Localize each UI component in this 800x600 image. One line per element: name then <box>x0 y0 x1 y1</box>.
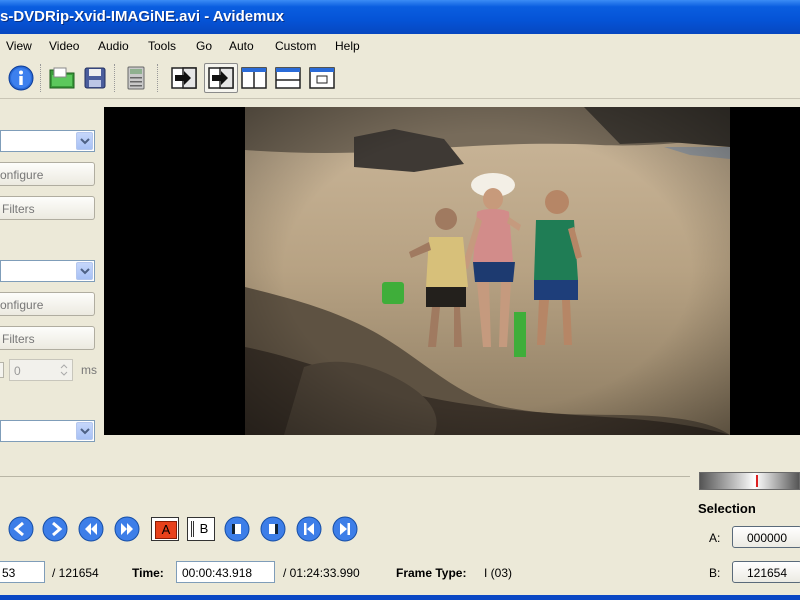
goto-marker-b-button[interactable] <box>260 516 286 542</box>
toolbar-separator <box>157 64 159 92</box>
selection-title: Selection <box>698 501 756 516</box>
selection-b-value: 121654 <box>746 566 788 580</box>
previous-frame-button[interactable] <box>8 516 34 542</box>
marker-a-icon: A <box>155 521 177 539</box>
first-frame-button[interactable] <box>296 516 322 542</box>
total-duration: / 01:24:33.990 <box>283 566 360 580</box>
video-configure-button[interactable]: onfigure <box>0 162 95 186</box>
toolbar-separator <box>114 64 116 92</box>
time-label: Time: <box>132 566 164 580</box>
last-frame-button[interactable] <box>332 516 358 542</box>
video-preview <box>104 107 800 435</box>
selection-a-value: 000000 <box>746 531 788 545</box>
audio-shift-unit: ms <box>81 363 97 377</box>
time-field[interactable]: 00:00:43.918 <box>176 561 275 583</box>
left-panel: onfigure Filters onfigure Filters 0 ms <box>0 100 104 460</box>
play-output-icon[interactable] <box>204 63 238 93</box>
audio-codec-combo[interactable] <box>0 260 95 282</box>
menu-go[interactable]: Go <box>196 39 212 53</box>
timeline-slider[interactable] <box>0 476 690 477</box>
play-forward-icon[interactable] <box>169 63 199 93</box>
frame-type-label: Frame Type: <box>396 566 467 580</box>
toolbar-separator <box>40 64 42 92</box>
video-configure-label: onfigure <box>0 168 44 182</box>
window-icon[interactable] <box>307 63 337 93</box>
current-frame-value: 53 <box>2 566 16 580</box>
toolbar <box>0 58 800 99</box>
title-bar[interactable]: s-DVDRip-Xvid-IMAGiNE.avi - Avidemux <box>0 0 800 34</box>
frame-type-value: I (03) <box>484 566 513 580</box>
window-bottom-edge <box>0 595 800 600</box>
output-format-combo[interactable] <box>0 420 95 442</box>
menu-custom[interactable]: Custom <box>275 39 316 53</box>
window-title: s-DVDRip-Xvid-IMAGiNE.avi - Avidemux <box>0 8 284 25</box>
jog-shuttle[interactable] <box>699 472 800 490</box>
audio-shift-spinbox[interactable]: 0 <box>9 359 73 381</box>
marker-b-icon: B <box>191 521 214 537</box>
menu-video[interactable]: Video <box>49 39 79 53</box>
menu-tools[interactable]: Tools <box>148 39 176 53</box>
menu-audio[interactable]: Audio <box>98 39 129 53</box>
set-marker-a-button[interactable]: A <box>151 517 179 541</box>
next-keyframe-button[interactable] <box>114 516 140 542</box>
next-frame-button[interactable] <box>42 516 68 542</box>
video-codec-combo[interactable] <box>0 130 95 152</box>
shift-checkbox[interactable] <box>0 362 4 378</box>
menu-bar: View Video Audio Tools Go Auto Custom He… <box>0 34 800 59</box>
menu-view[interactable]: View <box>6 39 32 53</box>
audio-configure-label: onfigure <box>0 298 44 312</box>
selection-b-button[interactable]: 121654 <box>732 561 800 583</box>
total-frames: / 121654 <box>52 566 99 580</box>
set-marker-b-button[interactable]: B <box>187 517 215 541</box>
audio-shift-value: 0 <box>14 364 21 378</box>
calculator-icon[interactable] <box>121 63 151 93</box>
video-filters-label: Filters <box>2 202 35 216</box>
split-view-icon[interactable] <box>239 63 269 93</box>
open-folder-icon[interactable] <box>47 63 77 93</box>
info-icon[interactable] <box>6 63 36 93</box>
save-icon[interactable] <box>80 63 110 93</box>
audio-filters-label: Filters <box>2 332 35 346</box>
selection-b-label: B: <box>709 566 721 580</box>
time-value: 00:00:43.918 <box>182 566 253 580</box>
audio-configure-button[interactable]: onfigure <box>0 292 95 316</box>
jog-marker <box>756 475 758 487</box>
video-frame-image <box>245 107 730 435</box>
menu-auto[interactable]: Auto <box>229 39 254 53</box>
goto-marker-a-button[interactable] <box>224 516 250 542</box>
previous-keyframe-button[interactable] <box>78 516 104 542</box>
spin-arrows-icon[interactable] <box>58 362 70 378</box>
audio-filters-button[interactable]: Filters <box>0 326 95 350</box>
chevron-down-icon[interactable] <box>76 262 93 280</box>
chevron-down-icon[interactable] <box>76 132 93 150</box>
menu-help[interactable]: Help <box>335 39 360 53</box>
current-frame-field[interactable]: 53 <box>0 561 45 583</box>
selection-a-button[interactable]: 000000 <box>732 526 800 548</box>
video-filters-button[interactable]: Filters <box>0 196 95 220</box>
selection-a-label: A: <box>709 531 721 545</box>
horizontal-split-icon[interactable] <box>273 63 303 93</box>
chevron-down-icon[interactable] <box>76 422 93 440</box>
